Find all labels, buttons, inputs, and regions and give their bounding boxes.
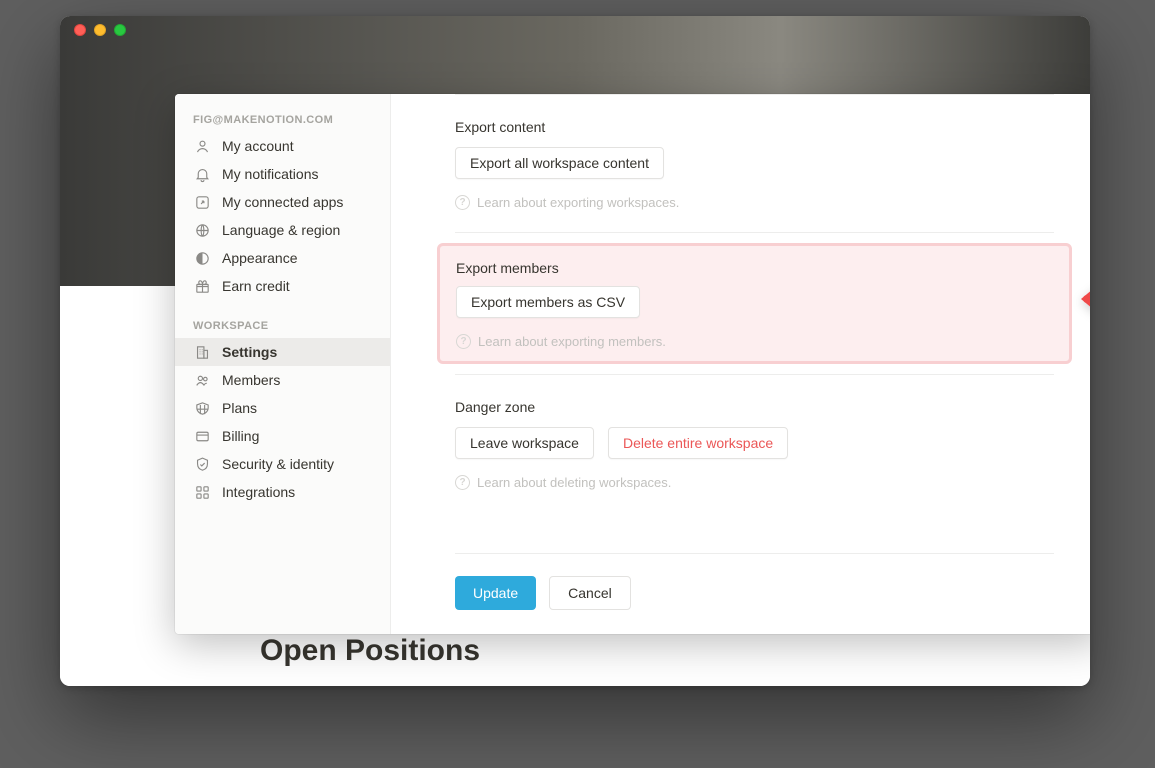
sidebar-item-label: Earn credit bbox=[222, 278, 290, 294]
sidebar-item-plans[interactable]: Plans bbox=[175, 394, 390, 422]
moon-icon bbox=[193, 249, 211, 267]
globe-icon bbox=[193, 221, 211, 239]
update-button[interactable]: Update bbox=[455, 576, 536, 610]
sidebar-workspace-label: WORKSPACE bbox=[175, 316, 390, 338]
apps-icon bbox=[193, 193, 211, 211]
building-icon bbox=[193, 343, 211, 361]
sidebar-item-appearance[interactable]: Appearance bbox=[175, 244, 390, 272]
cancel-button[interactable]: Cancel bbox=[549, 576, 631, 610]
sidebar-item-label: Billing bbox=[222, 428, 259, 444]
sidebar-item-label: My connected apps bbox=[222, 194, 343, 210]
sidebar-item-label: Appearance bbox=[222, 250, 298, 266]
learn-link-export-members[interactable]: ? Learn about exporting members. bbox=[456, 334, 1053, 349]
section-export-members: Export members Export members as CSV ? L… bbox=[455, 232, 1054, 374]
sidebar-email-label: FIG@MAKENOTION.COM bbox=[175, 110, 390, 132]
settings-modal: FIG@MAKENOTION.COM My account My notific… bbox=[175, 94, 1090, 634]
learn-link-delete-workspaces[interactable]: ? Learn about deleting workspaces. bbox=[455, 475, 1054, 490]
integrations-icon bbox=[193, 483, 211, 501]
sidebar-item-billing[interactable]: Billing bbox=[175, 422, 390, 450]
sidebar-item-label: My account bbox=[222, 138, 294, 154]
settings-content: Export content Export all workspace cont… bbox=[391, 94, 1090, 634]
learn-text: Learn about exporting workspaces. bbox=[477, 195, 679, 210]
page-title: Open Positions bbox=[260, 634, 480, 668]
sidebar-item-my-connected-apps[interactable]: My connected apps bbox=[175, 188, 390, 216]
help-icon: ? bbox=[455, 195, 470, 210]
export-all-content-button[interactable]: Export all workspace content bbox=[455, 147, 664, 179]
delete-workspace-button[interactable]: Delete entire workspace bbox=[608, 427, 788, 459]
sidebar-item-my-notifications[interactable]: My notifications bbox=[175, 160, 390, 188]
sidebar-item-label: My notifications bbox=[222, 166, 318, 182]
sidebar-item-settings[interactable]: Settings bbox=[175, 338, 390, 366]
settings-sidebar: FIG@MAKENOTION.COM My account My notific… bbox=[175, 94, 391, 634]
sidebar-item-language-region[interactable]: Language & region bbox=[175, 216, 390, 244]
sidebar-item-label: Integrations bbox=[222, 484, 295, 500]
window-maximize-button[interactable] bbox=[114, 24, 126, 36]
leave-workspace-button[interactable]: Leave workspace bbox=[455, 427, 594, 459]
card-icon bbox=[193, 427, 211, 445]
learn-text: Learn about deleting workspaces. bbox=[477, 475, 671, 490]
export-members-highlight: Export members Export members as CSV ? L… bbox=[437, 243, 1072, 364]
arrow-icon bbox=[1073, 278, 1090, 325]
sidebar-item-earn-credit[interactable]: Earn credit bbox=[175, 272, 390, 300]
export-members-csv-button[interactable]: Export members as CSV bbox=[456, 286, 640, 318]
section-title: Danger zone bbox=[455, 399, 1054, 415]
learn-link-export-workspaces[interactable]: ? Learn about exporting workspaces. bbox=[455, 195, 1054, 210]
gift-icon bbox=[193, 277, 211, 295]
window-close-button[interactable] bbox=[74, 24, 86, 36]
sidebar-item-members[interactable]: Members bbox=[175, 366, 390, 394]
sidebar-item-security-identity[interactable]: Security & identity bbox=[175, 450, 390, 478]
sidebar-item-label: Members bbox=[222, 372, 280, 388]
help-icon: ? bbox=[455, 475, 470, 490]
window-minimize-button[interactable] bbox=[94, 24, 106, 36]
settings-footer: Update Cancel bbox=[455, 553, 1054, 610]
sidebar-item-integrations[interactable]: Integrations bbox=[175, 478, 390, 506]
learn-text: Learn about exporting members. bbox=[478, 334, 666, 349]
sidebar-item-my-account[interactable]: My account bbox=[175, 132, 390, 160]
sidebar-item-label: Settings bbox=[222, 344, 277, 360]
section-danger-zone: Danger zone Leave workspace Delete entir… bbox=[455, 374, 1054, 512]
help-icon: ? bbox=[456, 334, 471, 349]
section-title: Export members bbox=[456, 260, 1053, 276]
mac-window: Open Positions FIG@MAKENOTION.COM My acc… bbox=[60, 16, 1090, 686]
sidebar-item-label: Language & region bbox=[222, 222, 340, 238]
shield-icon bbox=[193, 455, 211, 473]
section-export-content: Export content Export all workspace cont… bbox=[455, 94, 1054, 232]
section-title: Export content bbox=[455, 119, 1054, 135]
user-icon bbox=[193, 137, 211, 155]
plans-icon bbox=[193, 399, 211, 417]
people-icon bbox=[193, 371, 211, 389]
sidebar-item-label: Security & identity bbox=[222, 456, 334, 472]
bell-icon bbox=[193, 165, 211, 183]
titlebar bbox=[60, 16, 1090, 44]
sidebar-item-label: Plans bbox=[222, 400, 257, 416]
